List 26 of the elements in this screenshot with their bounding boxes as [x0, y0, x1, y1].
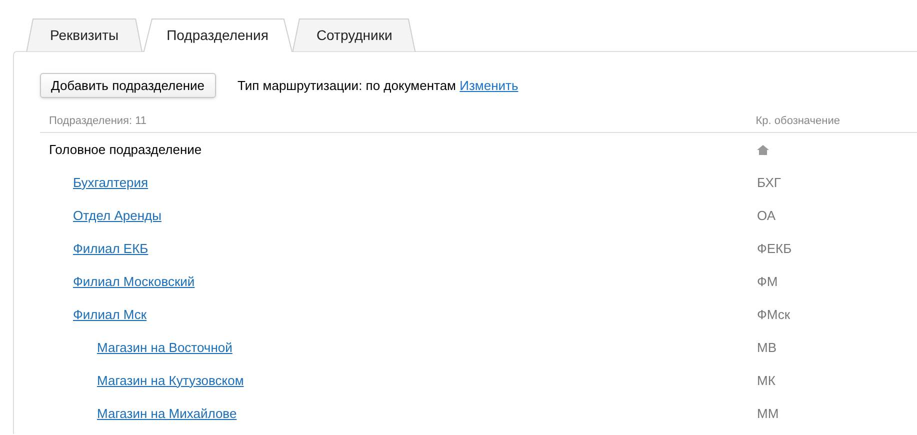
short-code: ФЕКБ — [757, 240, 792, 256]
change-link[interactable]: Изменить — [460, 78, 518, 93]
division-link[interactable]: Филиал ЕКБ — [73, 238, 148, 258]
short-code: БХГ — [757, 174, 781, 190]
division-link[interactable]: Магазин на Кутузовском — [97, 370, 244, 390]
column-header: Кр. обозначение — [756, 114, 840, 129]
division-link[interactable]: Филиал Московский — [73, 272, 195, 292]
add-division-button[interactable]: Добавить подразделение — [40, 73, 216, 98]
short-code: ФМ — [757, 274, 778, 289]
routing-type-label: Тип маршрутизации: по документам — [238, 78, 456, 93]
tab[interactable]: Сотрудники — [292, 18, 416, 52]
short-code: МВ — [757, 340, 776, 355]
division-link[interactable]: Бухгалтерия — [73, 172, 148, 192]
division-link[interactable]: Филиал Мск — [73, 304, 147, 324]
short-code: МК — [757, 372, 776, 388]
short-code: ММ — [757, 406, 779, 421]
tab[interactable]: Подразделения — [142, 18, 292, 52]
division-link[interactable]: Магазин на Восточной — [97, 338, 232, 358]
division-link[interactable]: Магазин на Михайлове — [97, 404, 237, 424]
division-link[interactable]: Отдел Аренды — [73, 206, 162, 226]
division-name: Головное подразделение — [49, 140, 202, 159]
home-icon — [757, 144, 769, 154]
tab[interactable]: Реквизиты — [26, 18, 143, 52]
short-code: ФМск — [757, 306, 790, 322]
column-header: Подразделения: 11 — [49, 114, 147, 129]
short-code: ОА — [757, 208, 776, 223]
